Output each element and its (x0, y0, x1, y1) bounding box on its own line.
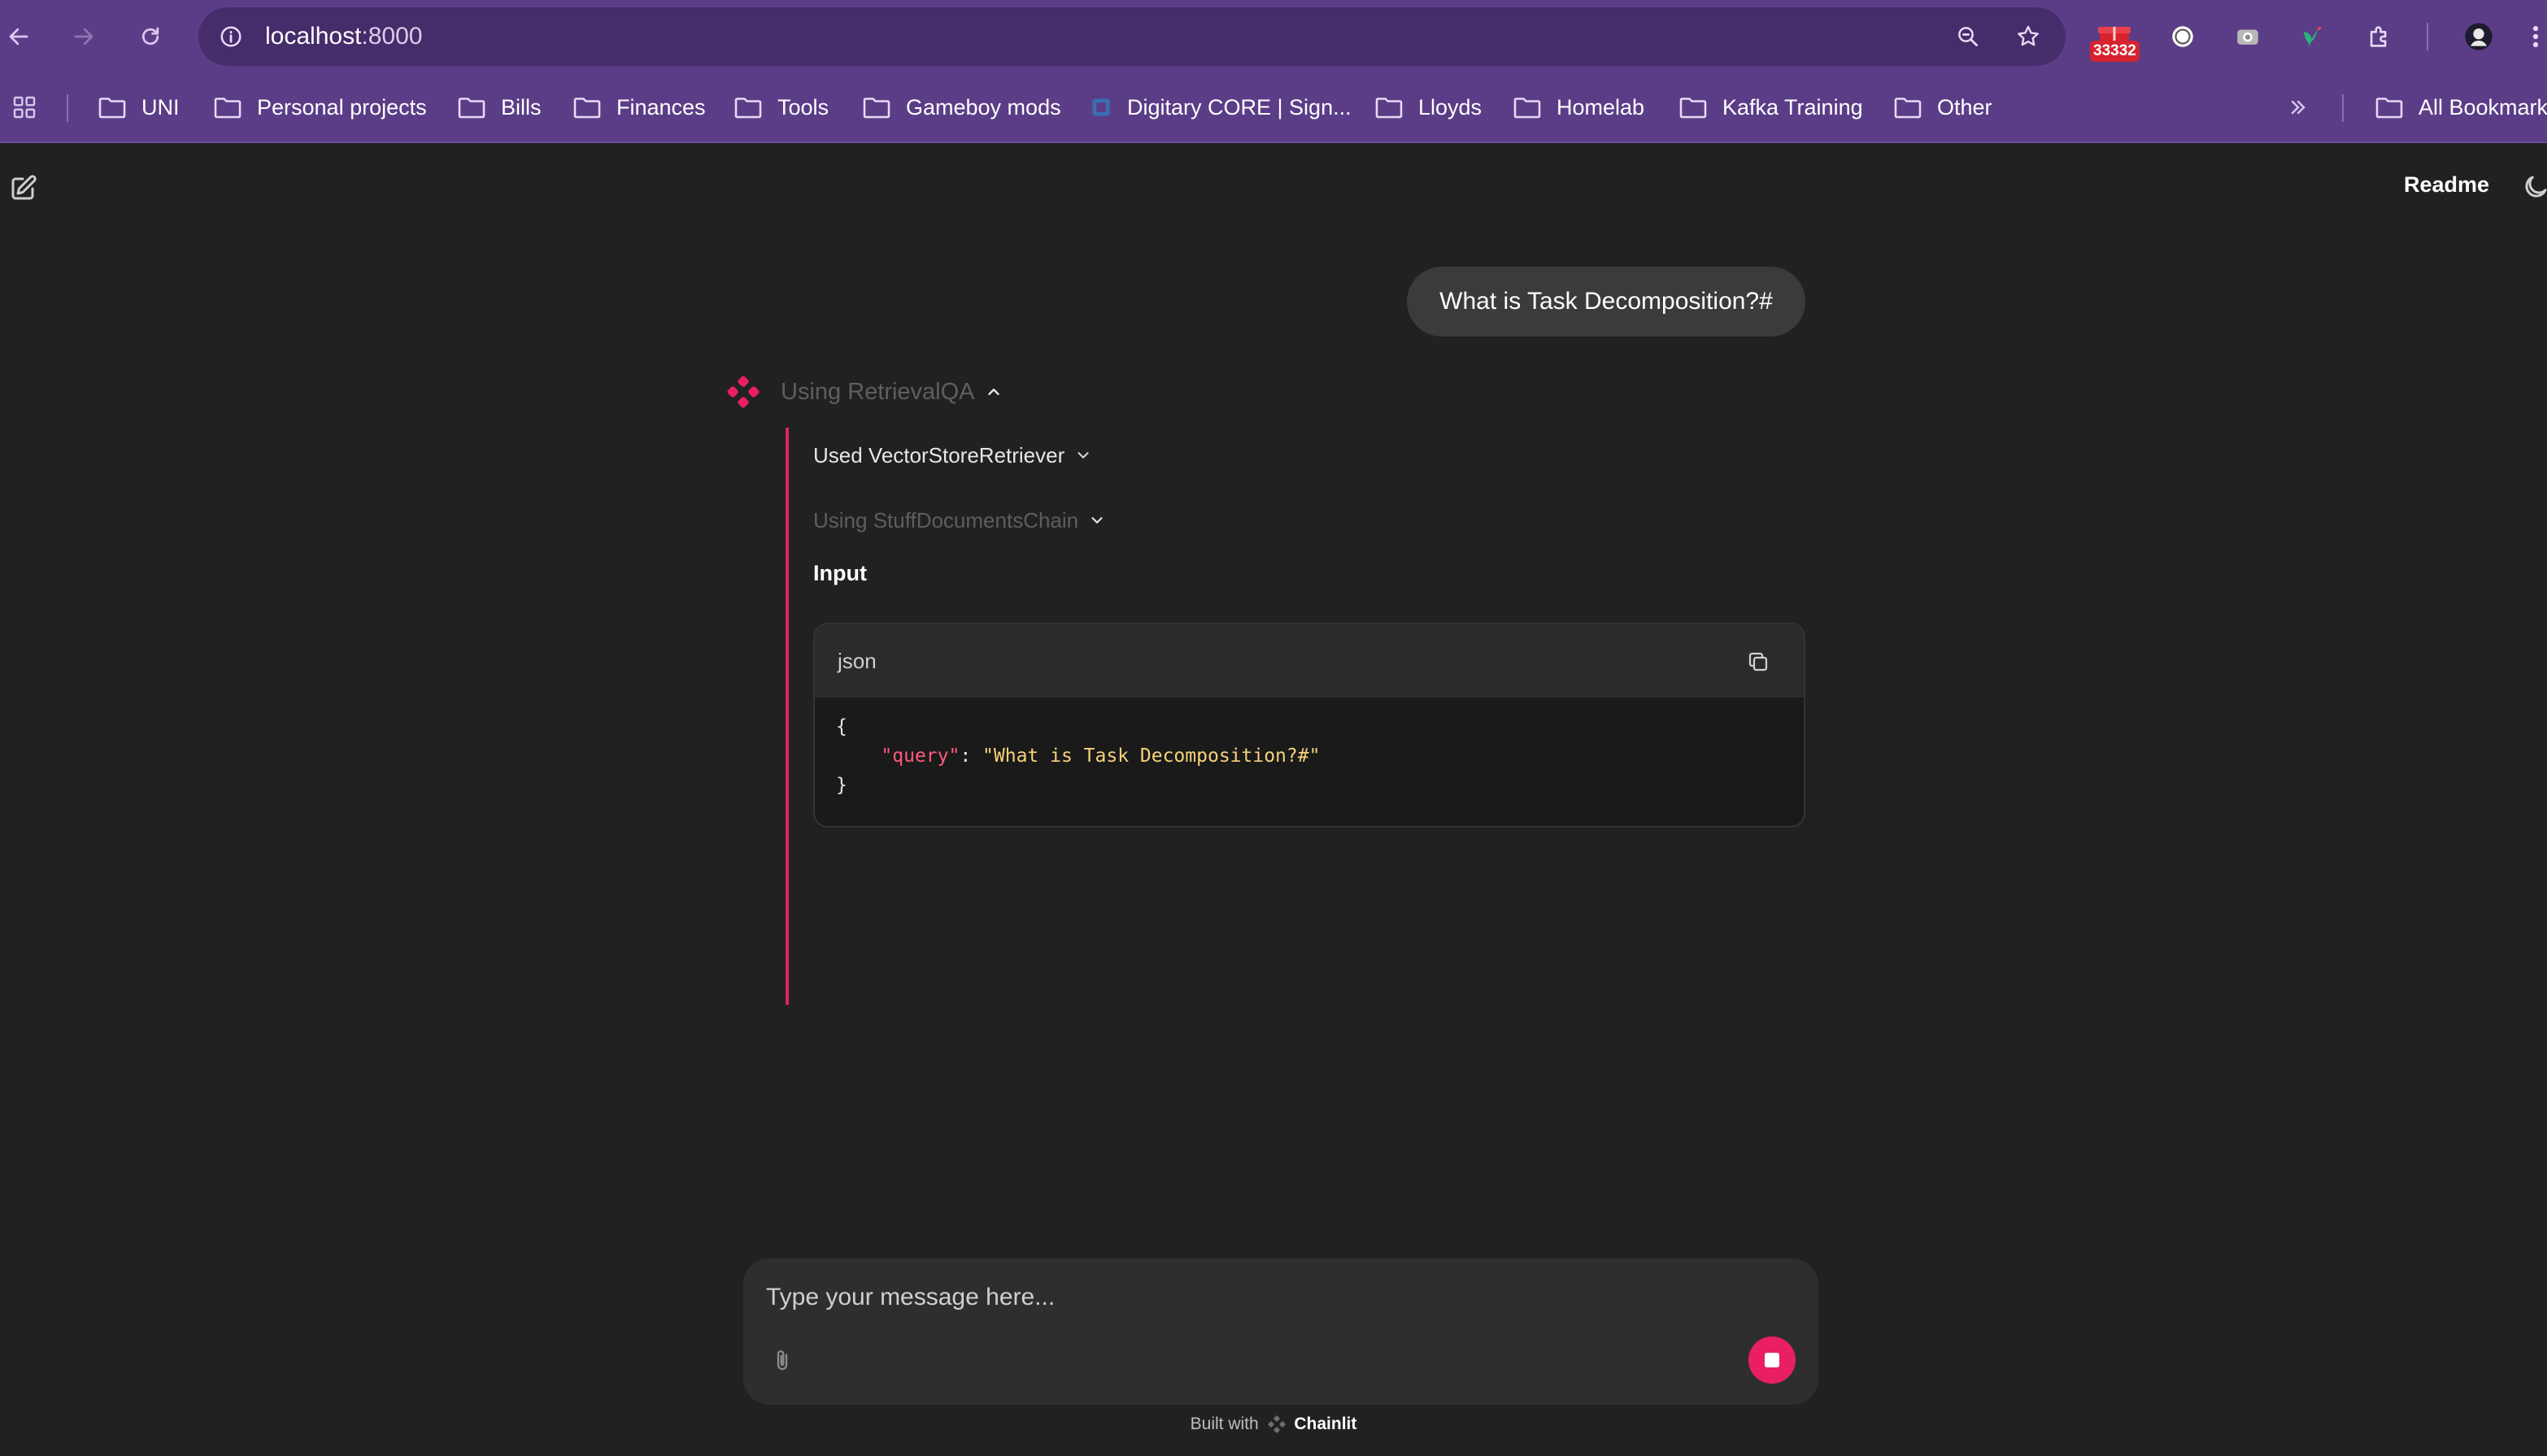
footer-brand-link[interactable]: Chainlit (1294, 1415, 1356, 1433)
new-chat-icon[interactable] (7, 172, 39, 205)
code-line: "query": "What is Task Decomposition?#" (836, 741, 1783, 771)
bookmark-folder-bills[interactable]: Bills (457, 72, 542, 143)
code-line: { (836, 716, 847, 737)
browser-menu-icon[interactable] (2524, 15, 2547, 59)
bookmark-folder-other[interactable]: Other (1893, 72, 1992, 143)
bookmarks-divider (67, 94, 68, 122)
extension-camera-icon[interactable] (2228, 15, 2267, 59)
chevron-up-icon (987, 389, 999, 395)
chainlit-small-logo-icon (1267, 1415, 1286, 1434)
extension-face-icon[interactable] (2163, 15, 2202, 59)
zoom-icon[interactable] (1950, 19, 1986, 54)
bookmark-label: UNI (142, 94, 180, 120)
folder-icon (1679, 98, 1707, 119)
user-message-bubble: What is Task Decomposition?# (1407, 267, 1805, 337)
input-heading: Input (813, 561, 867, 585)
step-vectorstoreretriever[interactable]: Used VectorStoreRetriever (813, 437, 1092, 473)
code-content: { "query": "What is Task Decomposition?#… (836, 712, 1783, 800)
json-value: "What is Task Decomposition?#" (982, 745, 1321, 767)
forward-arrow-icon[interactable] (65, 18, 102, 55)
bookmark-label: Kafka Training (1722, 94, 1863, 120)
folder-icon (573, 98, 601, 119)
bookmark-folder-personal-projects[interactable]: Personal projects (213, 72, 427, 143)
bookmark-folder-kafka-training[interactable]: Kafka Training (1678, 72, 1863, 143)
chainlit-logo-icon (725, 374, 761, 410)
bookmark-folder-lloyds[interactable]: Lloyds (1374, 72, 1482, 143)
chat-app: Readme What is Task Decomposition?# Usin… (0, 143, 2547, 1456)
step-label: Using StuffDocumentsChain (813, 508, 1079, 532)
bookmark-folder-tools[interactable]: Tools (734, 72, 829, 143)
bookmarks-bar: UNI Personal projects Bills Finances Too… (0, 72, 2547, 143)
bookmark-label: Lloyds (1418, 94, 1482, 120)
site-favicon-icon (1092, 98, 1110, 116)
bookmark-label: Homelab (1556, 94, 1645, 120)
folder-icon (863, 98, 890, 119)
folder-icon (734, 98, 762, 119)
apps-grid-icon[interactable] (11, 72, 52, 143)
bookmark-folder-homelab[interactable]: Homelab (1513, 72, 1644, 143)
all-bookmarks-label: All Bookmark (2419, 94, 2547, 120)
step-retrievalqa[interactable]: Using RetrievalQA (781, 374, 1003, 410)
extension-badge-count: 33332 (2090, 41, 2140, 62)
json-colon: : (960, 745, 983, 767)
stop-button[interactable] (1748, 1336, 1796, 1384)
bookmark-label: Digitary CORE | Sign... (1127, 94, 1352, 120)
browser-toolbar: localhost:8000 33332 (0, 0, 2547, 72)
folder-icon (458, 98, 485, 119)
step-tree-line (786, 428, 789, 1005)
address-bar[interactable]: localhost:8000 (198, 7, 2066, 66)
folder-icon (98, 98, 126, 119)
toolbar-divider (2427, 23, 2428, 50)
json-key: "query" (881, 745, 960, 767)
bookmark-label: Finances (616, 94, 706, 120)
bookmark-star-icon[interactable] (2010, 19, 2046, 54)
folder-icon (1894, 98, 1922, 119)
chevron-down-icon (1078, 452, 1089, 459)
bookmark-label: Gameboy mods (906, 94, 1061, 120)
folder-icon (1513, 98, 1541, 119)
copy-icon[interactable] (1744, 647, 1773, 676)
bookmark-label: Bills (501, 94, 542, 120)
bookmark-folder-gameboy-mods[interactable]: Gameboy mods (862, 72, 1061, 143)
footer-prefix: Built with (1190, 1415, 1259, 1433)
attach-paperclip-icon[interactable] (766, 1343, 799, 1379)
bookmark-folder-uni[interactable]: UNI (98, 72, 180, 143)
bookmark-digitary[interactable]: Digitary CORE | Sign... (1090, 72, 1352, 143)
readme-button[interactable]: Readme (2404, 172, 2489, 198)
code-block-header: json (815, 624, 1804, 698)
bookmark-label: Tools (777, 94, 829, 120)
back-arrow-icon[interactable] (0, 18, 37, 55)
theme-moon-icon[interactable] (2521, 172, 2547, 205)
stop-square-icon (1765, 1353, 1779, 1367)
code-block: json { "query": "What is Task Decomposit… (813, 623, 1805, 828)
message-composer: Type your message here... (743, 1258, 1818, 1405)
extension-bird-icon[interactable] (2293, 15, 2332, 59)
site-info-icon[interactable] (213, 19, 249, 54)
bookmarks-overflow-icon[interactable] (2287, 72, 2324, 143)
folder-icon (214, 98, 242, 119)
step-stuffdocumentschain[interactable]: Using StuffDocumentsChain (813, 502, 1106, 538)
bookmark-label: Personal projects (257, 94, 427, 120)
bookmark-folder-finances[interactable]: Finances (573, 72, 706, 143)
bookmarks-divider (2342, 94, 2344, 122)
code-line: } (836, 775, 847, 796)
all-bookmarks-folder[interactable]: All Bookmark (2375, 72, 2547, 143)
chevron-down-icon (1091, 517, 1103, 524)
extensions-puzzle-icon[interactable] (2360, 15, 2399, 59)
reload-icon[interactable] (132, 18, 169, 55)
step-label: Used VectorStoreRetriever (813, 443, 1065, 467)
folder-icon (1375, 98, 1403, 119)
step-label: Using RetrievalQA (781, 379, 975, 405)
bookmark-label: Other (1937, 94, 1992, 120)
profile-avatar-icon[interactable] (2459, 15, 2498, 59)
code-language-label: json (838, 649, 877, 673)
folder-icon (2375, 98, 2403, 119)
message-input[interactable]: Type your message here... (766, 1280, 1742, 1315)
footer: Built with Chainlit (0, 1415, 2547, 1434)
url-text: localhost:8000 (265, 23, 423, 50)
